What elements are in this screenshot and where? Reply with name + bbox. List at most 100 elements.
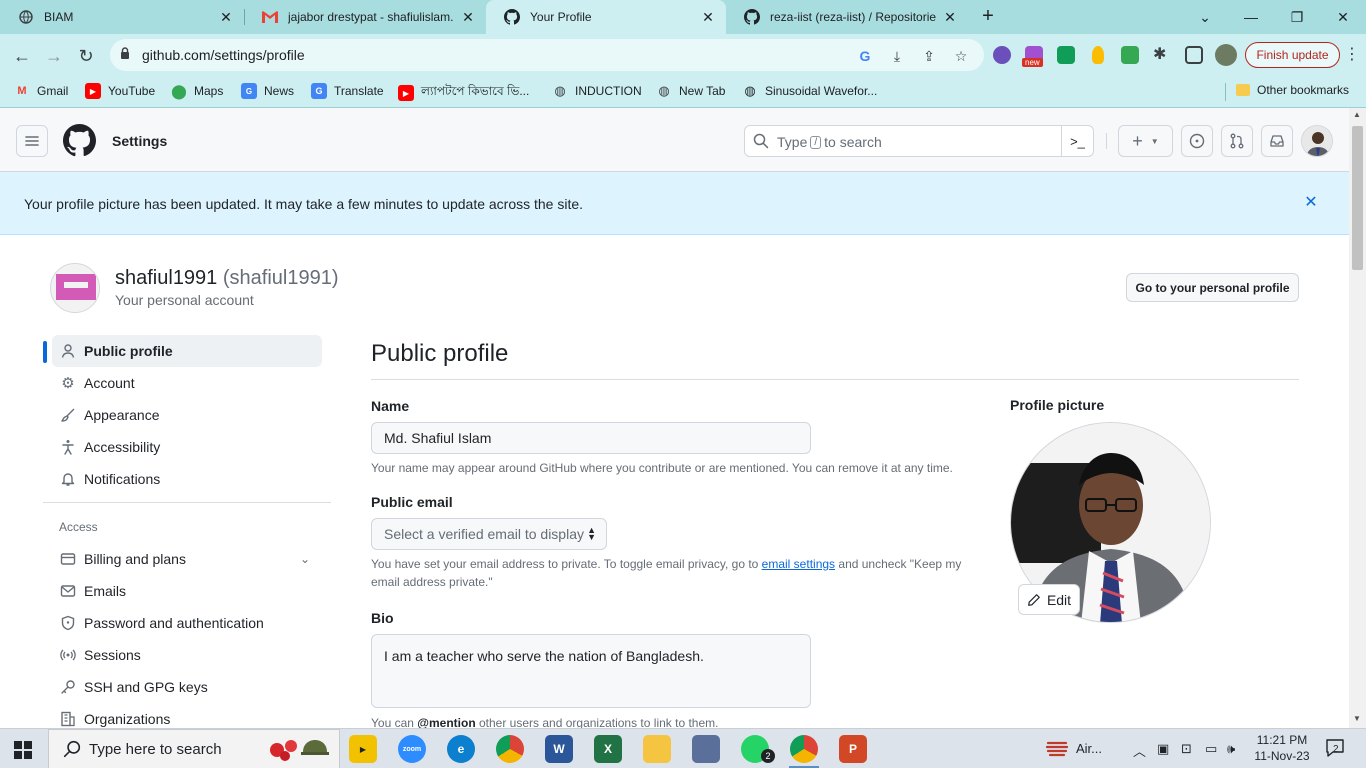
scrollbar-thumb[interactable] [1352,126,1363,270]
tab-search-icon[interactable]: ⌄ [1182,0,1228,34]
meet-now-icon[interactable]: ▣ [1157,741,1169,757]
extension-check-icon[interactable] [1057,46,1075,64]
account-avatar[interactable] [50,263,100,313]
sidebar-item-label: Password and authentication [84,615,264,631]
key-icon [60,679,76,695]
windows-start-icon[interactable] [14,741,32,759]
google-lens-icon[interactable]: G [856,47,874,65]
sidebar-item-public-profile[interactable]: Public profile [52,335,322,367]
battery-icon[interactable]: ▭ [1205,741,1217,757]
network-alert-icon[interactable]: ⊡ [1181,741,1192,757]
weather-icon[interactable] [1045,737,1069,762]
extension-bulb-icon[interactable] [1092,46,1104,64]
forward-icon[interactable]: → [40,42,68,70]
user-avatar[interactable] [1301,125,1333,157]
extension-green-icon[interactable] [1121,46,1139,64]
new-tab-button[interactable]: + [976,5,1000,29]
issues-button[interactable] [1181,125,1213,157]
chrome-app-icon[interactable] [496,735,524,763]
profile-avatar-icon[interactable] [1215,44,1237,66]
extension-badge: new [1022,58,1043,67]
close-icon[interactable]: ✕ [1302,194,1320,212]
sidebar-item-billing[interactable]: Billing and plans [52,543,322,575]
bookmark-translate[interactable]: G Translate [311,83,384,99]
bookmark-youtube[interactable]: ▶ YouTube [85,83,155,99]
bookmark-induction[interactable]: ◍ INDUCTION [552,83,641,99]
tab-your-profile[interactable]: Your Profile ✕ [486,0,726,34]
plus-icon: + [1132,130,1143,151]
sidebar-item-accessibility[interactable]: Accessibility [52,431,322,463]
email-settings-link[interactable]: email settings [762,557,835,571]
taskbar-search-input[interactable]: Type here to search [48,729,340,768]
taskbar-clock[interactable]: 11:21 PM 11-Nov-23 [1248,732,1316,764]
close-icon[interactable]: ✕ [942,9,958,26]
sidebar-item-appearance[interactable]: Appearance [52,399,322,431]
flash-message: Your profile picture has been updated. I… [24,196,584,212]
window-close-icon[interactable]: ✕ [1320,0,1366,34]
volume-icon[interactable]: 🕪 [1227,741,1235,757]
settings-app-icon[interactable] [692,735,720,763]
name-note: Your name may appear around GitHub where… [371,461,953,475]
scroll-down-icon[interactable]: ▼ [1353,714,1361,723]
bookmark-maps[interactable]: ⬤ Maps [171,83,223,99]
word-app-icon[interactable]: W [545,735,573,763]
tab-title: BIAM [44,10,74,24]
puzzle-icon[interactable]: ✱ [1153,44,1171,63]
bio-textarea[interactable]: I am a teacher who serve the nation of B… [371,634,811,708]
sidebar-item-sessions[interactable]: Sessions [52,639,322,671]
inbox-button[interactable] [1261,125,1293,157]
close-icon[interactable]: ✕ [700,9,716,26]
pull-requests-button[interactable] [1221,125,1253,157]
sidebar-item-account[interactable]: ⚙ Account [52,367,322,399]
bookmark-new-tab[interactable]: ◍ New Tab [656,83,725,99]
tab-repositories[interactable]: reza-iist (reza-iist) / Repositories ✕ [726,0,968,34]
finish-update-button[interactable]: Finish update [1245,42,1340,68]
command-palette-icon[interactable]: >_ [1061,126,1093,156]
sidebar-item-ssh-gpg[interactable]: SSH and GPG keys [52,671,322,703]
restore-icon[interactable]: ❐ [1274,0,1320,34]
extension-icon[interactable] [993,46,1011,64]
install-icon[interactable]: ⤓ [888,47,906,65]
kebab-menu-icon[interactable]: ⋮ [1344,44,1360,64]
reload-icon[interactable]: ↻ [72,42,100,70]
player-app-icon[interactable]: ▶ [349,735,377,763]
close-icon[interactable]: ✕ [218,9,234,26]
edit-picture-button[interactable]: Edit [1018,584,1080,615]
search-input[interactable]: Type / to search >_ [744,125,1094,157]
bookmark-star-icon[interactable]: ☆ [952,47,970,65]
bookmark-gmail[interactable]: M Gmail [14,83,68,99]
scroll-up-icon[interactable]: ▲ [1353,110,1361,119]
bookmark-laptop-video[interactable]: ▶ ল্যাপটপে কিভাবে ভি... [398,83,529,103]
chevron-down-icon[interactable]: ⌄ [300,552,310,566]
show-hidden-icons-icon[interactable]: ︿ [1133,741,1146,760]
bookmark-news[interactable]: G News [241,83,294,99]
account-subtitle: Your personal account [115,292,254,308]
hamburger-menu-button[interactable] [16,125,48,157]
bookmark-other[interactable]: Other bookmarks [1236,83,1349,97]
tab-biam[interactable]: BIAM ✕ [0,0,244,34]
bookmark-sinusoidal[interactable]: ◍ Sinusoidal Wavefor... [742,83,877,99]
file-explorer-icon[interactable] [643,735,671,763]
page-context-title[interactable]: Settings [112,133,167,149]
back-icon[interactable]: ← [8,42,36,70]
minimize-icon[interactable]: — [1228,0,1274,34]
weather-label[interactable]: Air... [1076,741,1102,756]
sidebar-item-notifications[interactable]: Notifications [52,463,322,495]
powerpoint-app-icon[interactable]: P [839,735,867,763]
name-input[interactable]: Md. Shafiul Islam [371,422,811,454]
share-icon[interactable]: ⇪ [920,47,938,65]
github-logo-icon[interactable] [63,124,96,157]
public-email-select[interactable]: Select a verified email to display ▲ ▼ [371,518,607,550]
close-icon[interactable]: ✕ [460,9,476,26]
edge-app-icon[interactable]: e [447,735,475,763]
tab-gmail[interactable]: jajabor drestypat - shafiulislam.m ✕ [244,0,486,34]
excel-app-icon[interactable]: X [594,735,622,763]
side-panel-icon[interactable] [1185,46,1203,64]
sidebar-item-emails[interactable]: Emails [52,575,322,607]
sidebar-item-password[interactable]: Password and authentication [52,607,322,639]
create-new-button[interactable]: + ▼ [1118,125,1173,157]
chrome-active-app-icon[interactable] [790,735,818,763]
zoom-app-icon[interactable]: zoom [398,735,426,763]
go-to-profile-button[interactable]: Go to your personal profile [1126,273,1299,302]
address-bar[interactable]: github.com/settings/profile G ⤓ ⇪ ☆ [110,39,984,71]
